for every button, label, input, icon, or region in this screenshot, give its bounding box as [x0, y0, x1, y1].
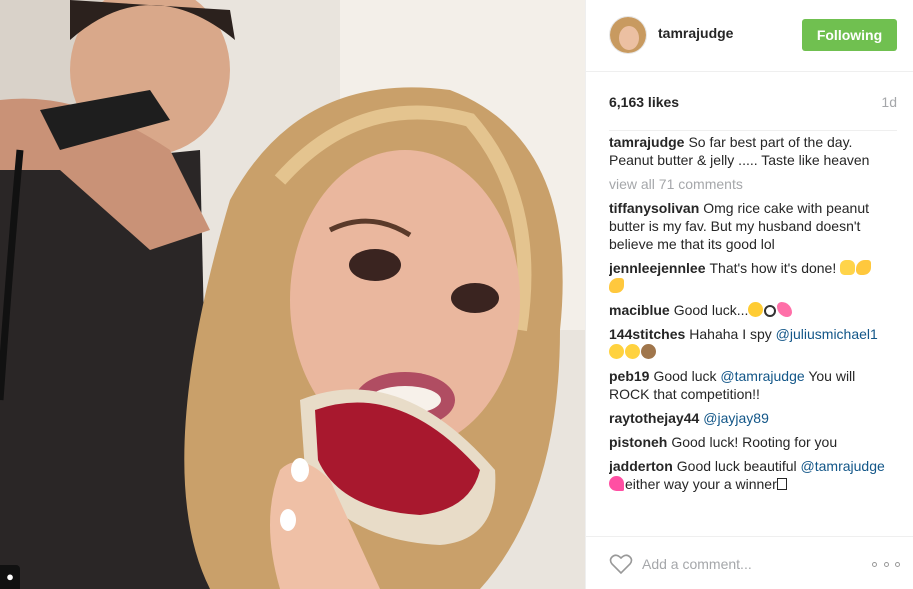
tears-of-joy-emoji-icon	[609, 344, 624, 359]
comment-footer	[586, 536, 913, 589]
comment-username[interactable]: peb19	[609, 368, 649, 384]
view-all-comments-link[interactable]: view all 71 comments	[609, 175, 897, 193]
comments-list[interactable]: tamrajudge So far best part of the day. P…	[609, 130, 897, 522]
comment-username[interactable]: tiffanysolivan	[609, 200, 699, 216]
comment-text-continued: either way your a winner	[625, 476, 777, 492]
list-item: 144stitches Hahaha I spy @juliusmichael1	[609, 325, 897, 361]
raised-hands-emoji-icon	[840, 260, 856, 275]
comment-text: Good luck! Rooting for you	[671, 434, 838, 450]
more-dot	[883, 561, 889, 567]
post-side-panel: tamrajudge Following 6,163 likes 1d tamr…	[585, 0, 913, 589]
user-tag-icon[interactable]: ●	[0, 565, 20, 589]
kissing-face-emoji-icon	[748, 302, 764, 317]
avatar[interactable]	[609, 16, 647, 54]
comment-username[interactable]: raytothejay44	[609, 410, 699, 426]
comment-text: Good luck beautiful	[676, 458, 797, 474]
see-no-evil-monkey-emoji-icon	[641, 344, 656, 359]
comment-text: That's how it's done!	[709, 260, 837, 276]
tears-of-joy-emoji-icon	[625, 344, 640, 359]
sparkling-heart-emoji-icon	[609, 476, 624, 491]
list-item: jadderton Good luck beautiful @tamrajudge…	[609, 457, 897, 493]
list-item: pistoneh Good luck! Rooting for you	[609, 433, 897, 451]
photo-illustration	[0, 0, 585, 589]
post-meta: 6,163 likes 1d	[609, 94, 897, 114]
unknown-glyph-icon	[776, 478, 787, 490]
list-item: maciblue Good luck...	[609, 301, 897, 319]
post-header: tamrajudge Following	[586, 0, 913, 72]
add-comment-input[interactable]	[642, 551, 852, 577]
comment-username[interactable]: 144stitches	[609, 326, 685, 342]
list-item: jennleejennlee That's how it's done!	[609, 259, 897, 295]
more-dot	[895, 561, 900, 567]
list-item: raytothejay44 @jayjay89	[609, 409, 897, 427]
caption: tamrajudge So far best part of the day. P…	[609, 133, 897, 169]
post-author-username[interactable]: tamrajudge	[658, 25, 733, 41]
peace-emoji-icon	[764, 305, 777, 317]
comment-text: Good luck	[653, 368, 717, 384]
comment-mention[interactable]: @tamrajudge	[720, 368, 804, 384]
heart-outline-svg	[609, 554, 633, 575]
comment-text: Good luck...	[673, 302, 749, 318]
comment-username[interactable]: jadderton	[609, 458, 673, 474]
ribbon-emoji-icon	[777, 302, 793, 317]
post-photo[interactable]: ●	[0, 0, 585, 589]
more-options-icon[interactable]	[872, 553, 900, 575]
more-dot	[872, 561, 877, 567]
following-button[interactable]: Following	[802, 19, 897, 51]
comment-text: Hahaha I spy	[689, 326, 772, 342]
list-item: tiffanysolivan Omg rice cake with peanut …	[609, 199, 897, 253]
list-item: peb19 Good luck @tamrajudge You will ROCK…	[609, 367, 897, 403]
comment-username[interactable]: maciblue	[609, 302, 670, 318]
heart-outline-icon[interactable]	[609, 553, 633, 575]
comment-mention[interactable]: @juliusmichael1	[776, 326, 878, 342]
post-age[interactable]: 1d	[881, 94, 897, 110]
comment-username[interactable]: pistoneh	[609, 434, 667, 450]
comment-username[interactable]: jennleejennlee	[609, 260, 705, 276]
flexed-biceps-emoji-icon	[856, 260, 872, 275]
comment-mention[interactable]: @jayjay89	[703, 410, 769, 426]
avatar-image	[610, 17, 646, 53]
likes-count[interactable]: 6,163 likes	[609, 94, 679, 110]
instagram-post: ● tamrajudge Following 6,163 likes 1d ta…	[0, 0, 913, 589]
caption-username[interactable]: tamrajudge	[609, 134, 684, 150]
comment-mention[interactable]: @tamrajudge	[801, 458, 885, 474]
flexed-biceps-emoji-icon	[609, 278, 624, 293]
